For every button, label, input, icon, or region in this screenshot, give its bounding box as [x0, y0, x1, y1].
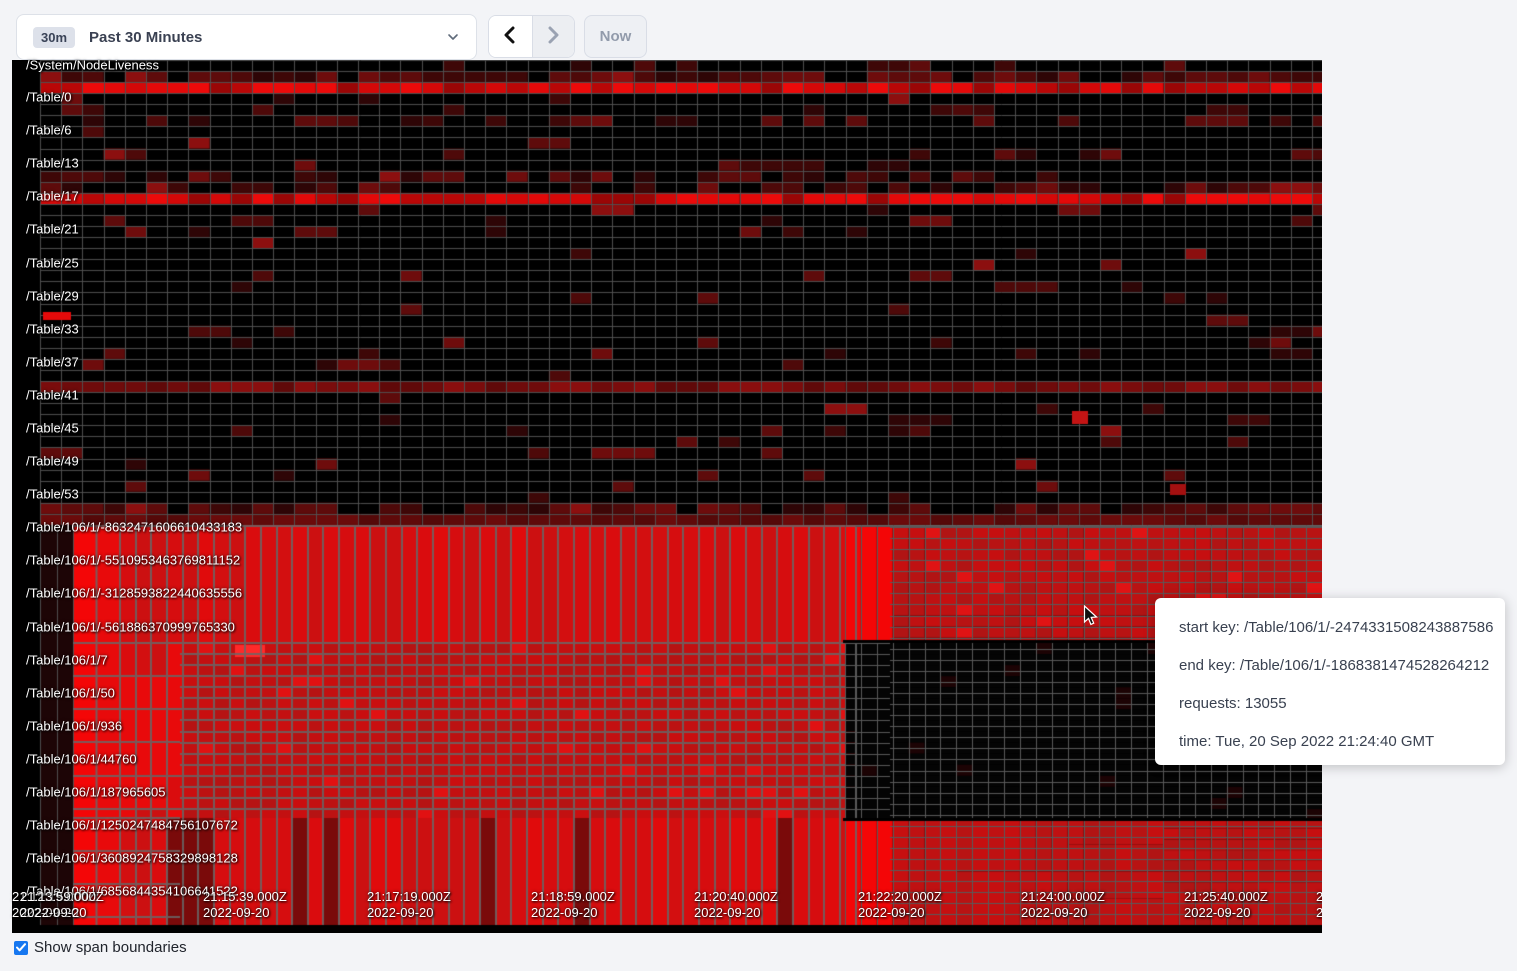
- time-window-dropdown[interactable]: 30m Past 30 Minutes: [16, 14, 477, 60]
- show-span-boundaries-toggle[interactable]: Show span boundaries: [14, 939, 187, 956]
- tooltip-end-key: end key: /Table/106/1/-18683814745282642…: [1179, 657, 1481, 674]
- show-span-boundaries-label: Show span boundaries: [34, 939, 187, 956]
- heatmap-canvas[interactable]: [12, 60, 1322, 933]
- toolbar: 30m Past 30 Minutes Now: [0, 0, 1517, 60]
- pan-forward-button[interactable]: [532, 16, 575, 57]
- time-window-badge: 30m: [33, 27, 75, 48]
- time-nav-group: [488, 15, 575, 58]
- tooltip: start key: /Table/106/1/-247433150824388…: [1155, 598, 1505, 765]
- chevron-right-icon: [545, 26, 561, 47]
- pan-back-button[interactable]: [489, 16, 532, 57]
- now-button[interactable]: Now: [584, 15, 647, 58]
- chevron-left-icon: [502, 26, 518, 47]
- tooltip-requests: requests: 13055: [1179, 695, 1481, 712]
- tooltip-time: time: Tue, 20 Sep 2022 21:24:40 GMT: [1179, 733, 1481, 750]
- chevron-down-icon: [446, 30, 460, 44]
- checkbox-checked-icon[interactable]: [14, 941, 28, 955]
- key-visualizer-page: 30m Past 30 Minutes Now /System/NodeLive…: [0, 0, 1517, 971]
- time-window-label: Past 30 Minutes: [89, 29, 202, 46]
- tooltip-start-key: start key: /Table/106/1/-247433150824388…: [1179, 619, 1481, 636]
